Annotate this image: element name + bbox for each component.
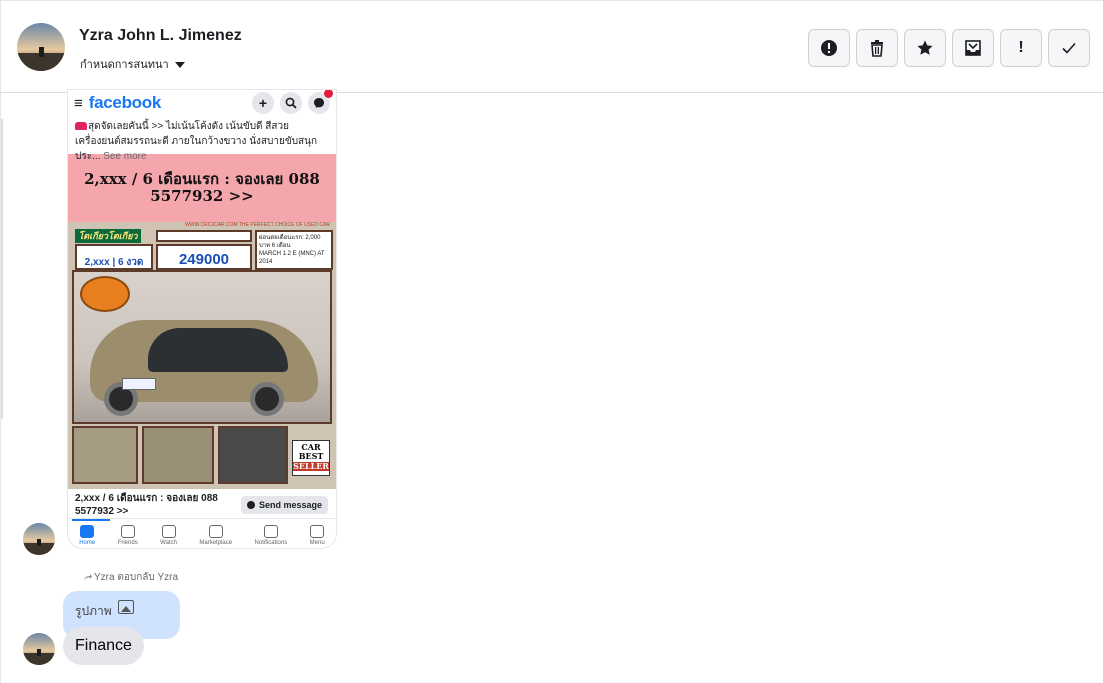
see-more-link: See more (103, 151, 147, 162)
assign-conversation-dropdown[interactable]: กำหนดการสนทนา (80, 55, 185, 73)
left-divider (1, 119, 3, 419)
nav-active-indicator (72, 519, 110, 521)
mark-important-button[interactable]: ! (1000, 29, 1042, 67)
bell-icon (263, 525, 278, 538)
car-wheel-rear (250, 382, 284, 416)
delete-button[interactable] (856, 29, 898, 67)
ad-headline-line1: 2,xxx / 6 เดือนแรก : จองเลย 088 (84, 170, 320, 188)
car-main-photo (72, 270, 332, 424)
car-plate (122, 378, 156, 390)
car-emoji-icon (75, 122, 87, 130)
assign-conversation-label: กำหนดการสนทนา (80, 59, 169, 71)
checkmark-icon (1062, 42, 1076, 54)
hamburger-icon: ≡ (74, 94, 83, 112)
nav-friends: Friends (118, 525, 138, 546)
post-footer: 2,xxx / 6 เดือนแรก : จองเลย 088 5577932 … (68, 489, 336, 519)
message-bubble[interactable]: Finance (63, 627, 144, 665)
sender-avatar-reply[interactable] (23, 633, 55, 665)
nav-home: Home (79, 525, 95, 546)
best-seller-badge: CAR BEST SELLER (292, 440, 330, 476)
alert-circle-icon (821, 40, 837, 56)
marketplace-icon (208, 525, 223, 538)
down-payment-box: 2,xxx | 6 งวดแรก (75, 244, 153, 302)
car-thumbnails: CAR BEST SELLER (72, 426, 332, 486)
conversation-view: Yzra John L. Jimenez กำหนดการสนทนา ! ≡ f… (0, 0, 1103, 683)
send-message-button: Send message (240, 496, 328, 514)
ad-headline-line2: 5577932 >> (150, 187, 254, 205)
star-icon (917, 40, 933, 55)
facebook-logo: facebook (88, 93, 162, 112)
nav-notifications: Notifications (255, 525, 287, 546)
watch-icon (161, 525, 176, 538)
ad-brand-badge: โตเกียวโตเกียว (75, 229, 141, 243)
nav-watch: Watch (160, 525, 177, 546)
report-spam-button[interactable] (808, 29, 850, 67)
mark-done-button[interactable] (1048, 29, 1090, 67)
thumbnail-rear (142, 426, 214, 484)
move-to-inbox-button[interactable] (952, 29, 994, 67)
reply-arrow-icon (84, 574, 92, 580)
header-actions: ! (808, 29, 1090, 67)
car-windshield (148, 328, 288, 372)
friends-icon (120, 525, 135, 538)
notification-badge (324, 90, 333, 98)
plus-icon: + (252, 92, 274, 114)
promo-box: ผ่อนต่อเดือนแรก: 2,000 บาท 6 เดือน MARCH… (255, 230, 333, 270)
home-icon (80, 525, 95, 538)
ad-headline-banner: 2,xxx / 6 เดือนแรก : จองเลย 088 5577932 … (68, 154, 336, 222)
image-icon (117, 600, 134, 614)
search-icon (280, 92, 302, 114)
reply-context-label: Yzra ตอบกลับ Yzra (83, 570, 178, 585)
price-label-box (156, 230, 252, 242)
caret-down-icon (174, 61, 185, 68)
message-text: Finance (75, 637, 132, 654)
fb-bottom-nav: Home Friends Watch Marketplace Notificat… (68, 518, 336, 548)
nav-menu: Menu (310, 525, 325, 546)
ad-creative: WWW.CRC2CAR.COM THE PERFECT CHOICE OF US… (68, 222, 336, 489)
nav-marketplace: Marketplace (199, 525, 232, 546)
thumbnail-interior (218, 426, 288, 484)
menu-icon (310, 525, 325, 538)
contact-avatar[interactable] (17, 23, 65, 71)
trash-icon (871, 40, 883, 57)
messenger-mini-icon (246, 501, 255, 509)
fb-top-bar: ≡ facebook + (68, 90, 336, 116)
sender-avatar[interactable] (23, 523, 55, 555)
price-box: 249000 (156, 244, 252, 270)
conversation-header: Yzra John L. Jimenez กำหนดการสนทนา ! (1, 1, 1103, 93)
exclamation-icon: ! (1018, 39, 1024, 56)
star-button[interactable] (904, 29, 946, 67)
shared-image-attachment[interactable]: ≡ facebook + สุดจัดเลยคันนี้ >> ไม่เน้นโ… (67, 89, 337, 549)
dealer-logo (80, 276, 130, 312)
inbox-icon (965, 40, 981, 56)
messenger-icon (308, 90, 333, 114)
contact-name: Yzra John L. Jimenez (79, 27, 242, 44)
post-caption: สุดจัดเลยคันนี้ >> ไม่เน้นโค้งดัง เน้นขั… (75, 121, 318, 162)
thumbnail-front (72, 426, 138, 484)
